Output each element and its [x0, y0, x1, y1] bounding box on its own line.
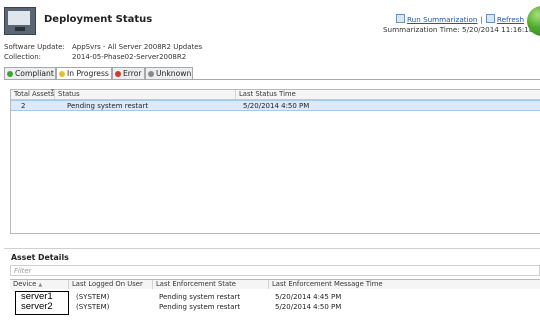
last-status-time-cell: 5/20/2014 4:50 PM [243, 102, 310, 110]
link-separator: | [480, 15, 483, 24]
sort-ascending-icon: ▲ [38, 282, 43, 288]
device-name-server2[interactable]: server2 [16, 302, 68, 312]
user-cell: (SYSTEM) [76, 293, 110, 301]
status-cell: Pending system restart [67, 102, 149, 110]
time-cell: 5/20/2014 4:45 PM [275, 293, 342, 301]
filter-input[interactable]: Filter [10, 265, 540, 276]
asset-details-title: Asset Details [11, 253, 69, 262]
unknown-status-icon [148, 70, 154, 77]
error-status-icon [115, 70, 121, 77]
column-header-last-logged-on-user[interactable]: Last Logged On User [69, 280, 153, 289]
in-progress-status-icon [59, 70, 65, 77]
tab-in-progress-label: In Progress [67, 69, 109, 78]
column-header-last-enforcement-message-time[interactable]: Last Enforcement Message Time [269, 280, 540, 289]
run-summarization-icon[interactable] [396, 14, 405, 23]
column-header-status[interactable]: Status [55, 90, 236, 99]
column-header-last-enforcement-state[interactable]: Last Enforcement State [153, 280, 269, 289]
monitor-screen [8, 11, 30, 25]
state-cell: Pending system restart [159, 293, 241, 301]
time-cell: 5/20/2014 4:50 PM [275, 303, 342, 311]
column-header-total-assets[interactable]: Total Assets [11, 90, 55, 99]
software-update-label: Software Update: [4, 43, 65, 51]
tab-error-label: Error [123, 69, 142, 78]
header-links: Run Summarization | Refresh [396, 14, 524, 24]
section-divider [4, 248, 540, 249]
asset-details-grid: Device ▲ Last Logged On User Last Enforc… [10, 279, 540, 332]
user-cell: (SYSTEM) [76, 303, 110, 311]
tab-unknown[interactable]: Unknown [145, 67, 193, 79]
column-header-last-status-time[interactable]: Last Status Time [236, 90, 540, 99]
tab-compliant[interactable]: Compliant [4, 67, 56, 79]
monitor-stand [15, 27, 25, 31]
collection-value: 2014-05-Phase02-Server2008R2 [72, 53, 187, 61]
collection-row: Collection: 2014-05-Phase02-Server2008R2 [4, 53, 186, 61]
status-grid: Total Assets Status Last Status Time ▾ 2… [10, 87, 540, 234]
device-list-callout: server1 server2 [15, 291, 69, 315]
tab-error[interactable]: Error [112, 67, 145, 79]
run-summarization-link[interactable]: Run Summarization [407, 15, 478, 24]
column-header-device[interactable]: Device ▲ [10, 280, 69, 289]
refresh-icon[interactable] [485, 14, 495, 23]
table-row[interactable]: 2 Pending system restart 5/20/2014 4:50 … [11, 100, 540, 111]
total-assets-cell: 2 [21, 102, 26, 110]
state-cell: Pending system restart [159, 303, 241, 311]
compliant-status-icon [7, 70, 13, 77]
tab-unknown-label: Unknown [156, 69, 192, 78]
page-title: Deployment Status [44, 14, 153, 25]
tab-compliant-label: Compliant [15, 69, 54, 78]
summarization-time: Summarization Time: 5/20/2014 11:16:18 P… [383, 25, 540, 34]
filter-placeholder: Filter [14, 267, 32, 275]
software-update-value: AppSvrs - All Server 2008R2 Updates [72, 43, 203, 51]
deployment-status-icon [4, 7, 36, 35]
status-tabs: Compliant In Progress Error Unknown [4, 67, 193, 80]
sort-indicator-icon: ▾ [51, 87, 55, 94]
collection-label: Collection: [4, 53, 41, 61]
software-update-row: Software Update: AppSvrs - All Server 200… [4, 43, 202, 51]
tab-divider [4, 79, 540, 80]
refresh-link[interactable]: Refresh [497, 15, 524, 24]
